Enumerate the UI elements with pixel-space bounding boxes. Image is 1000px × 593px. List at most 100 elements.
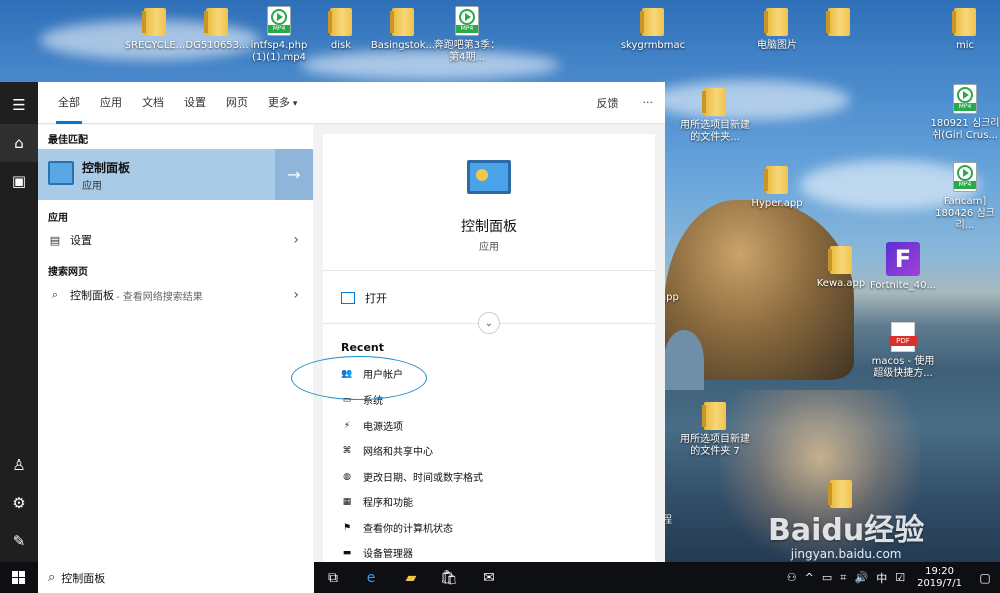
store-icon[interactable]: 🛍	[430, 562, 468, 593]
desktop-icon-mic[interactable]: mic	[930, 8, 1000, 52]
result-web-search[interactable]: ⌕ 控制面板 - 查看网络搜索结果 ›	[38, 282, 313, 308]
tab-settings[interactable]: 设置	[174, 82, 216, 124]
desktop-icon-180921[interactable]: MP4 180921 심크리쉬(Girl Crus...	[930, 84, 1000, 142]
more-options-button[interactable]: ···	[631, 96, 666, 109]
chevron-right-icon: ›	[293, 232, 299, 248]
desktop-icon-folder-blank[interactable]	[804, 8, 874, 40]
recent-programs[interactable]: ▦ 程序和功能	[341, 494, 413, 510]
detail-subtitle: 应用	[479, 242, 499, 253]
desktop-partial-label-cheng: 程	[662, 515, 672, 526]
start-button[interactable]	[0, 562, 38, 593]
folder-icon	[828, 480, 852, 508]
clock[interactable]: 19:20 2019/7/1	[909, 566, 970, 590]
best-match-header: 最佳匹配	[48, 135, 88, 146]
folder-icon	[142, 8, 166, 36]
folder-icon	[952, 8, 976, 36]
folder-icon	[764, 8, 788, 36]
notification-icon[interactable]: ▢	[970, 562, 1000, 593]
checkbox-icon[interactable]: ☑	[891, 571, 909, 584]
recent-device-manager[interactable]: ▬ 设备管理器	[341, 545, 413, 561]
ime-indicator[interactable]: 中	[872, 570, 891, 586]
people-icon[interactable]: ⚇	[783, 571, 801, 584]
volume-icon[interactable]: 🔊	[851, 571, 873, 584]
desktop-icon-hyper[interactable]: Hyper.app	[742, 166, 812, 210]
monitor-icon[interactable]: ▭	[818, 571, 836, 584]
web-header: 搜索网页	[48, 267, 88, 278]
search-input[interactable]	[61, 571, 282, 584]
desktop-icon-diannao[interactable]: 电脑图片	[742, 8, 812, 52]
desktop-icon-basingstoke[interactable]: Basingstok...	[368, 8, 438, 52]
chevron-down-icon[interactable]: ⌄	[478, 312, 500, 334]
folder-icon	[702, 88, 726, 116]
hamburger-icon[interactable]: ☰	[0, 86, 38, 124]
folder-icon	[390, 8, 414, 36]
desktop-icon-skygrmbmac[interactable]: skygrmbmac	[618, 8, 688, 52]
open-action[interactable]: 打开	[341, 290, 387, 306]
annotation-ellipse	[291, 356, 427, 400]
desktop-icon-disk[interactable]: disk	[306, 8, 376, 52]
folder-icon	[764, 166, 788, 194]
apps-header: 应用	[48, 213, 68, 224]
tab-web[interactable]: 网页	[216, 82, 258, 124]
feedback-icon[interactable]: ✎	[0, 522, 38, 560]
power-icon: ⚡	[343, 420, 351, 431]
control-panel-icon	[48, 161, 74, 185]
search-icon: ⌕	[51, 288, 59, 301]
recent-power-options[interactable]: ⚡ 电源选项	[341, 418, 403, 434]
search-tabs: 全部 应用 文档 设置 网页 更多 反馈 ···	[38, 82, 665, 124]
result-settings[interactable]: ▤ 设置 ›	[38, 227, 313, 253]
tab-more[interactable]: 更多	[258, 82, 307, 124]
best-match-item[interactable]: 控制面板 应用 →	[38, 149, 313, 200]
desktop-icon-new-folder[interactable]: 用所选项目新建的文件夹...	[680, 88, 750, 144]
recent-date-time[interactable]: ◍ 更改日期、时间或数字格式	[341, 469, 483, 485]
tab-documents[interactable]: 文档	[132, 82, 174, 124]
edge-icon[interactable]: e	[352, 562, 390, 593]
recent-computer-status[interactable]: ⚑ 查看你的计算机状态	[341, 520, 453, 536]
open-icon	[341, 292, 355, 304]
desktop-icon-dg[interactable]: DG510653...	[182, 8, 252, 52]
control-panel-large-icon	[467, 160, 511, 194]
settings-icon[interactable]: ⚙	[0, 484, 38, 522]
desktop-icon-fancam[interactable]: MP4 Fancam] 180426 심크리...	[930, 162, 1000, 232]
windows-logo-icon	[12, 570, 26, 585]
desktop-icon-benpao[interactable]: MP4 奔跑吧第3季：第4期...	[432, 6, 502, 64]
chevron-up-icon[interactable]: ^	[801, 571, 818, 584]
mp4-file-icon: MP4	[953, 84, 977, 114]
desktop-icon-new-folder-7[interactable]: 用所选项目新建的文件夹 7	[680, 402, 750, 458]
user-icon[interactable]: ♙	[0, 446, 38, 484]
desktop-icon-macos-pdf[interactable]: PDF macos - 使用超级快捷方...	[868, 322, 938, 380]
taskbar-search-box[interactable]: ⌕	[38, 562, 314, 593]
home-icon[interactable]: ⌂	[0, 124, 38, 162]
feedback-button[interactable]: 反馈	[585, 95, 631, 111]
tab-apps[interactable]: 应用	[90, 82, 132, 124]
search-icon: ⌕	[48, 570, 56, 585]
recent-network-center[interactable]: ⌘ 网络和共享中心	[341, 443, 434, 459]
network-icon[interactable]: ⌗	[836, 571, 850, 585]
start-search-panel: 全部 应用 文档 设置 网页 更多 反馈 ··· 最佳匹配 控制面板 应用 → …	[38, 82, 665, 562]
document-icon[interactable]: ▣	[0, 162, 38, 200]
folder-icon	[328, 8, 352, 36]
programs-icon: ▦	[342, 496, 352, 507]
desktop-icon-recycle[interactable]: $RECYCLE...	[120, 8, 190, 52]
mail-icon[interactable]: ✉	[470, 562, 508, 593]
results-list: 最佳匹配 控制面板 应用 → 应用 ▤ 设置 › 搜索网页 ⌕ 控制面板 - 查…	[38, 125, 313, 562]
file-explorer-icon[interactable]: ▰	[392, 562, 430, 593]
chevron-right-icon: ›	[293, 287, 299, 303]
detail-pane: 控制面板 应用 打开 ⌄ Recent 👥 用户帐户 ▭ 系统 ⚡ 电源选项 ⌘ 网络和…	[323, 134, 655, 562]
system-tray: ⚇ ^ ▭ ⌗ 🔊 中 ☑ 19:20 2019/7/1 ▢	[783, 562, 1000, 593]
desktop-icon-kewa[interactable]: Kewa.app	[806, 246, 876, 290]
desktop-icon-fortnite[interactable]: F Fortnite_40...	[868, 242, 938, 292]
task-view-icon[interactable]: ⧉	[314, 562, 352, 593]
folder-icon	[702, 402, 726, 430]
folder-icon	[826, 8, 850, 36]
mp4-file-icon: MP4	[953, 162, 977, 192]
mp4-file-icon: MP4	[267, 6, 291, 36]
arrow-right-icon[interactable]: →	[275, 149, 313, 200]
detail-title: 控制面板	[461, 219, 517, 235]
desktop-icon-intfsp4[interactable]: MP4 intfsp4.php (1)(1).mp4	[244, 6, 314, 64]
start-rail: ☰ ⌂ ▣ ♙ ⚙ ✎	[0, 82, 38, 562]
fortnite-icon: F	[886, 242, 920, 276]
pdf-file-icon: PDF	[889, 322, 917, 352]
folder-icon	[204, 8, 228, 36]
tab-all[interactable]: 全部	[48, 82, 90, 124]
